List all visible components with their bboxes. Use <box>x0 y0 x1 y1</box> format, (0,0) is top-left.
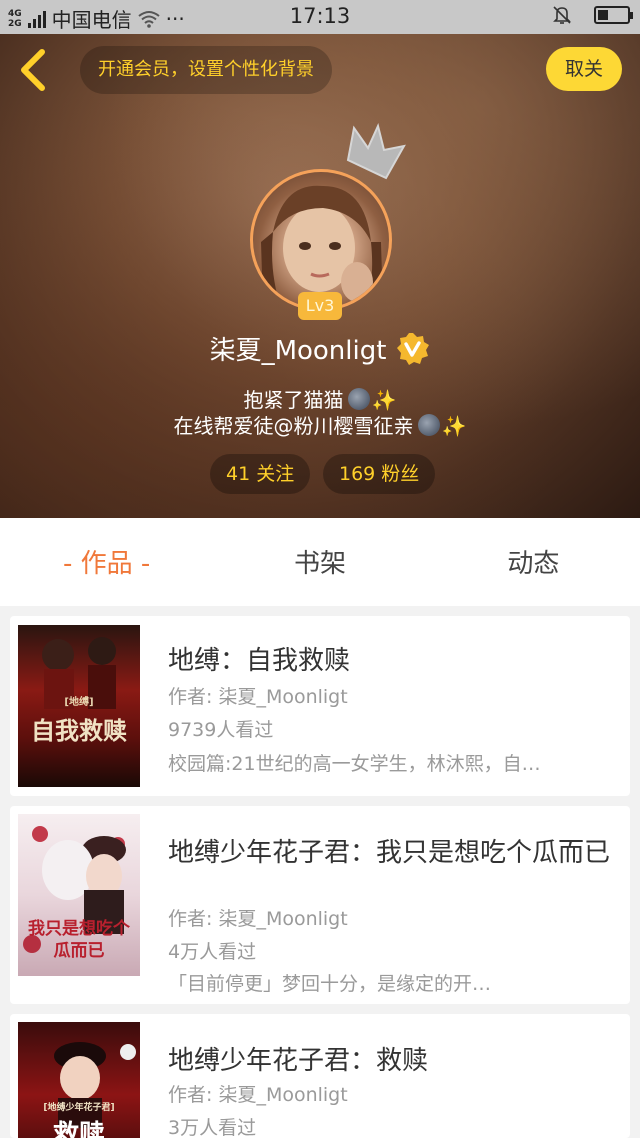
cover-small-text: [地缚少年花子君] <box>43 1103 115 1113</box>
book-item[interactable]: 我只是想吃个瓜而已 地缚少年花子君：我只是想吃个瓜而已 作者: 柒夏_Moonl… <box>10 806 630 1004</box>
status-time: 17:13 <box>289 4 351 28</box>
crown-icon <box>346 122 406 180</box>
book-cover: [地缚] 自我救赎 <box>18 625 140 787</box>
mute-bell-icon <box>553 6 571 24</box>
book-cover: [地缚少年花子君] 救赎 <box>18 1022 140 1138</box>
book-title: 地缚少年花子君：救赎 <box>168 1046 429 1076</box>
tab-activity[interactable]: 动态 <box>427 518 640 606</box>
sparkle-icon: ✨ <box>441 414 467 438</box>
status-bar: 4G 2G 中国电信 ··· 17:13 <box>0 0 640 34</box>
book-views: 9739人看过 <box>168 719 274 741</box>
unfollow-button[interactable]: 取关 <box>546 47 622 91</box>
book-title: 地缚：自我救赎 <box>168 646 351 676</box>
profile-tabs: - 作品 - 书架 动态 <box>0 518 640 606</box>
avatar-image <box>261 185 383 308</box>
battery-icon <box>594 6 633 24</box>
book-author: 作者: 柒夏_Moonligt <box>168 1084 348 1106</box>
cover-title-text: 救赎 <box>52 1120 105 1138</box>
book-views: 4万人看过 <box>168 941 257 963</box>
member-banner[interactable]: 开通会员，设置个性化背景 <box>80 46 332 94</box>
book-cover: 我只是想吃个瓜而已 <box>18 814 140 976</box>
username: 柒夏_Moonligt <box>209 336 387 366</box>
verified-badge-icon <box>397 332 430 365</box>
book-views: 3万人看过 <box>168 1117 257 1138</box>
book-author: 作者: 柒夏_Moonligt <box>168 686 348 708</box>
fans-count[interactable]: 169 粉丝 <box>323 454 436 494</box>
level-badge: Lv3 <box>298 292 342 320</box>
book-title: 地缚少年花子君：我只是想吃个瓜而已 <box>168 838 611 868</box>
cover-title-text: 我只是想吃个瓜而已 <box>28 919 130 961</box>
cover-small-text: [地缚] <box>64 697 94 708</box>
back-arrow-icon[interactable] <box>14 46 54 94</box>
bio-line-2: 在线帮爱徒@粉川樱雪征亲 ✨ <box>173 414 467 438</box>
book-summary: 「目前停更」梦回十分，是缘定的开… <box>168 973 492 995</box>
following-count[interactable]: 41 关注 <box>210 454 311 494</box>
book-item[interactable]: [地缚] 自我救赎 地缚：自我救赎 作者: 柒夏_Moonligt 9739人看… <box>10 616 630 796</box>
tab-bookshelf[interactable]: 书架 <box>213 518 426 606</box>
avatar[interactable] <box>250 169 392 311</box>
profile-header: 开通会员，设置个性化背景 取关 Lv3 柒夏_Moonligt 抱紧了猫猫 ✨ 在… <box>0 34 640 518</box>
book-item[interactable]: [地缚少年花子君] 救赎 地缚少年花子君：救赎 作者: 柒夏_Moonligt … <box>10 1014 630 1138</box>
moon-face-icon <box>417 414 440 436</box>
bio-line-1: 抱紧了猫猫 ✨ <box>243 388 397 412</box>
tab-works[interactable]: - 作品 - <box>0 518 213 606</box>
book-summary: 校园篇:21世纪的高一女学生，林沐熙，自… <box>168 753 541 775</box>
moon-face-icon <box>347 388 370 410</box>
sparkle-icon: ✨ <box>371 388 397 412</box>
cover-title-text: 自我救赎 <box>31 716 127 745</box>
book-author: 作者: 柒夏_Moonligt <box>168 908 348 930</box>
